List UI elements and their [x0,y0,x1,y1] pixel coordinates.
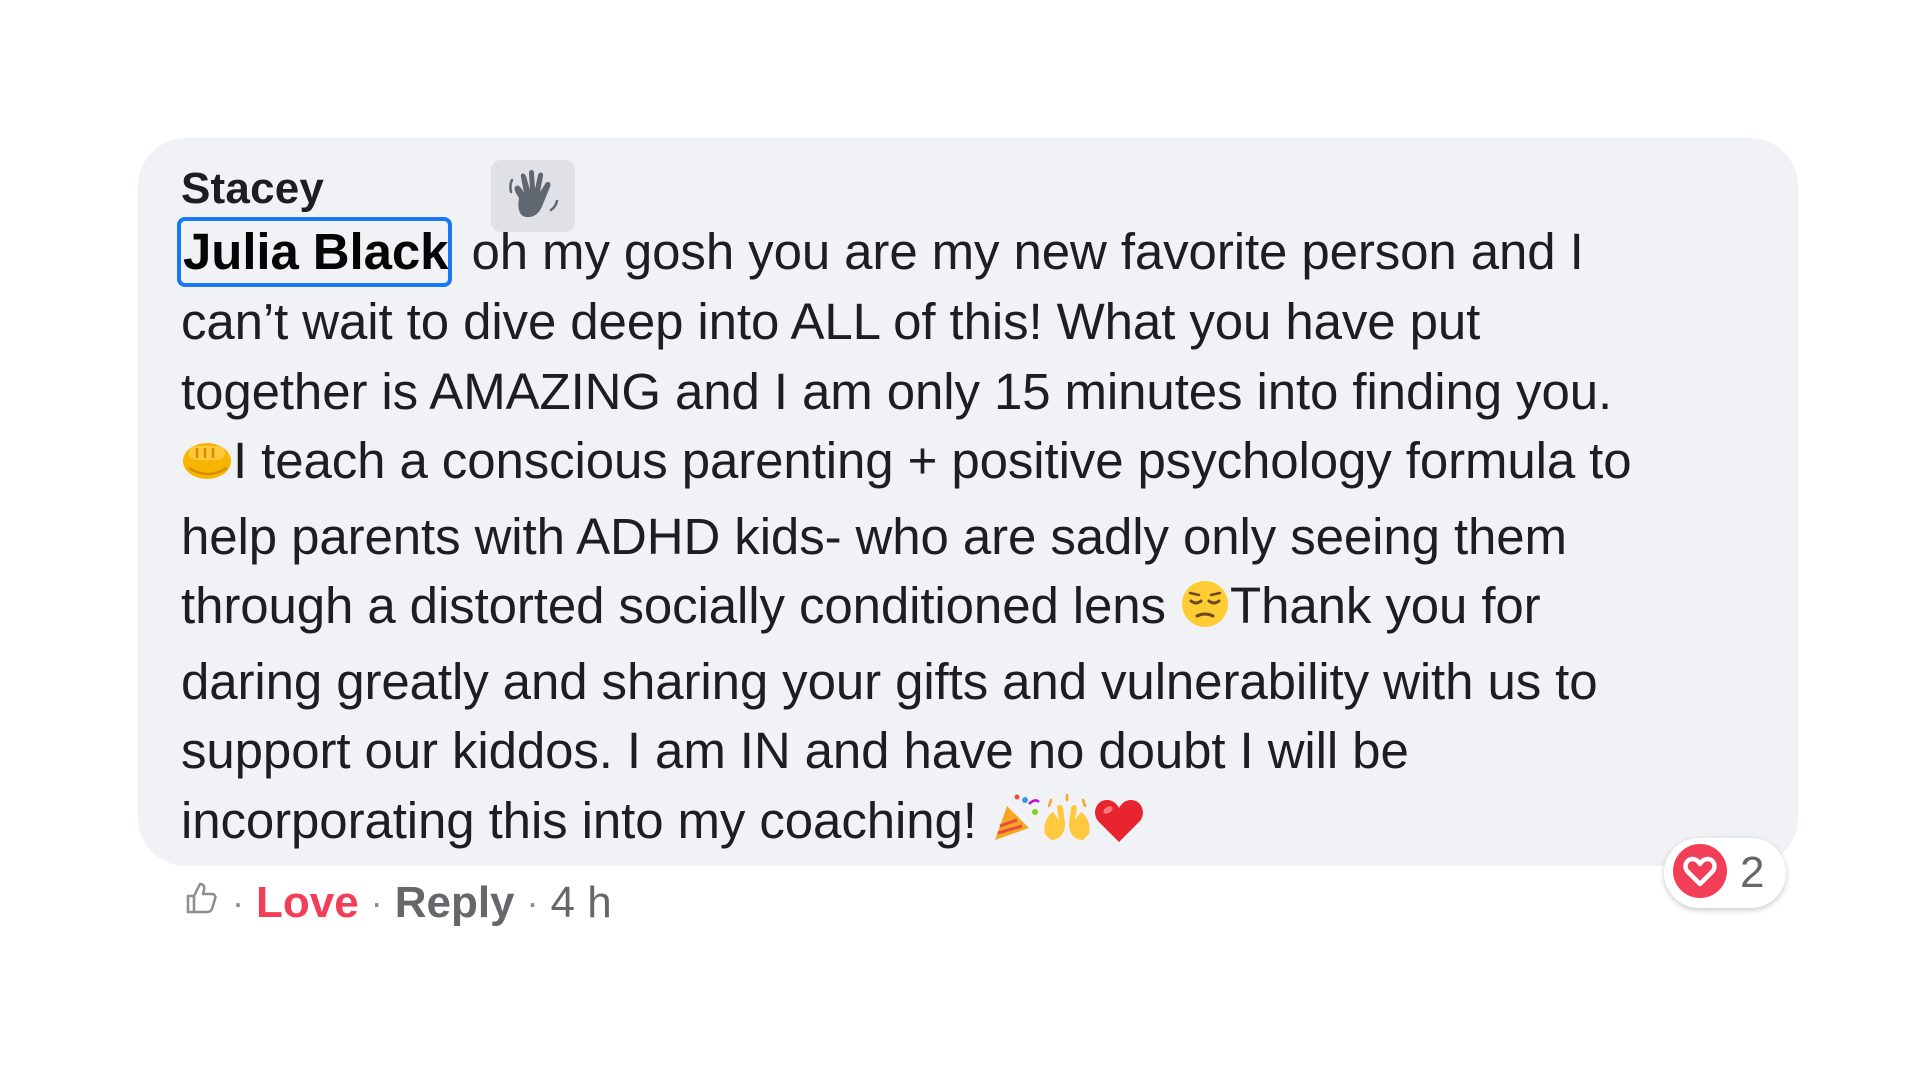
comment-line: through a distorted socially conditioned… [181,577,1181,634]
comment-line: daring greatly and sharing your gifts an… [181,652,1598,710]
comment-line: incorporating this into my coaching! [181,791,991,849]
comment-actions: · Love · Reply · 4 h [180,876,612,930]
reaction-summary[interactable]: 2 [1664,838,1786,908]
party-popper-icon [991,792,1041,862]
separator-dot: · [526,882,539,923]
comment-line: oh my gosh you are my new favorite perso… [457,223,1584,280]
wave-hand-icon[interactable] [491,160,575,232]
comment-view: Stacey Julia Black oh my gosh you are my… [0,0,1920,1080]
comment-header: Stacey [181,154,1758,232]
separator-dot: · [370,882,383,923]
mention-link[interactable]: Julia Black [177,217,453,287]
comment-line: together is AMAZING and I am only 15 min… [181,362,1613,420]
pensive-face-icon [1180,577,1230,647]
comment-line: Thank you for [1230,577,1541,634]
reaction-count: 2 [1740,848,1765,897]
red-heart-icon [1093,792,1145,862]
reply-button[interactable]: Reply [395,878,515,928]
comment-text: Julia Black oh my gosh you are my new fa… [177,217,1758,862]
timestamp-link[interactable]: 4 h [551,878,612,928]
comment-line: help parents with ADHD kids- who are sad… [181,507,1567,565]
comment-line: support our kiddos. I am IN and have no … [181,722,1409,779]
comment-line: can’t wait to dive deep into ALL of this… [181,293,1481,350]
separator-dot: · [232,882,244,923]
comment-bubble: Stacey Julia Black oh my gosh you are my… [138,138,1798,866]
fist-bump-icon [181,432,233,502]
love-button[interactable]: Love [256,878,359,928]
love-reaction-icon [1672,843,1728,904]
thumbs-up-outline-icon[interactable] [180,878,220,929]
author-name[interactable]: Stacey [181,164,324,214]
raised-hands-icon [1041,792,1093,862]
comment-line: I teach a conscious parenting + positive… [233,432,1632,489]
